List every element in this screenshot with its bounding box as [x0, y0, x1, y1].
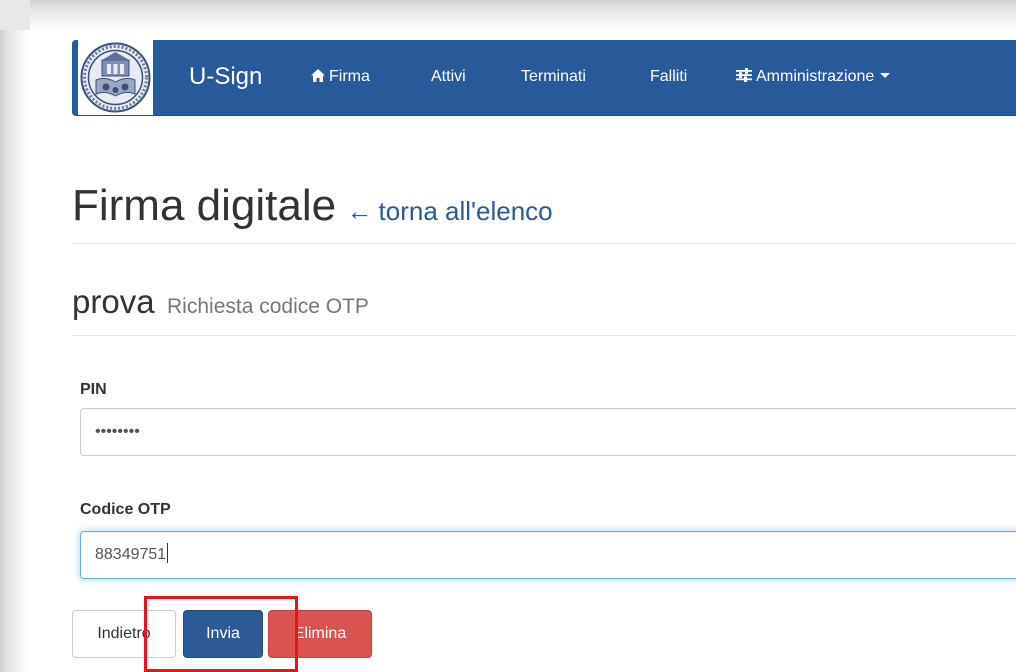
- section-header: prova Richiesta codice OTP: [72, 282, 369, 322]
- nav-item-label: Terminati: [521, 68, 586, 85]
- otp-value: 88349751: [95, 546, 167, 563]
- nav-item-amministrazione[interactable]: Amministrazione: [736, 67, 891, 88]
- university-seal-icon[interactable]: [78, 40, 153, 115]
- section-subtitle: Richiesta codice OTP: [167, 295, 369, 318]
- brand-name[interactable]: U-Sign: [189, 63, 262, 91]
- screenshot-top-edge: [0, 0, 1016, 30]
- nav-item-label: Falliti: [650, 68, 688, 85]
- left-arrow-icon: ←: [346, 196, 373, 226]
- pin-value: ••••••••: [95, 423, 140, 440]
- otp-label: Codice OTP: [80, 501, 171, 518]
- caret-down-icon: [880, 73, 891, 78]
- back-button[interactable]: Indietro: [72, 610, 176, 658]
- nav-item-terminati[interactable]: Terminati: [521, 67, 586, 87]
- delete-button[interactable]: Elimina: [268, 610, 372, 658]
- screenshot-left-edge: [0, 0, 28, 672]
- back-link-label: torna all'elenco: [378, 196, 553, 226]
- back-to-list-link[interactable]: ← torna all'elenco: [347, 196, 553, 226]
- pin-input[interactable]: ••••••••: [80, 408, 1016, 456]
- nav-item-label: Firma: [329, 68, 370, 85]
- otp-input[interactable]: 88349751: [80, 531, 1016, 579]
- screenshot-stage: U-Sign Firma Attivi Terminati Falliti Am…: [0, 0, 1016, 672]
- top-navbar: U-Sign Firma Attivi Terminati Falliti Am…: [72, 40, 1016, 116]
- nav-item-attivi[interactable]: Attivi: [431, 67, 466, 87]
- sliders-icon: [736, 68, 752, 88]
- text-cursor: [167, 543, 169, 563]
- page-header: Firma digitale ← torna all'elenco: [72, 180, 1016, 232]
- nav-item-falliti[interactable]: Falliti: [650, 67, 687, 87]
- section-divider: [72, 335, 1016, 336]
- nav-item-label: Amministrazione: [756, 68, 875, 85]
- header-divider: [72, 243, 1016, 244]
- screenshot-corner: [0, 0, 30, 30]
- page-title: Firma digitale: [72, 181, 337, 230]
- nav-item-firma[interactable]: Firma: [311, 67, 370, 88]
- home-icon: [311, 68, 325, 88]
- nav-item-label: Attivi: [431, 68, 466, 85]
- section-title: prova: [72, 283, 155, 320]
- pin-label: PIN: [80, 381, 107, 398]
- submit-button[interactable]: Invia: [183, 610, 263, 658]
